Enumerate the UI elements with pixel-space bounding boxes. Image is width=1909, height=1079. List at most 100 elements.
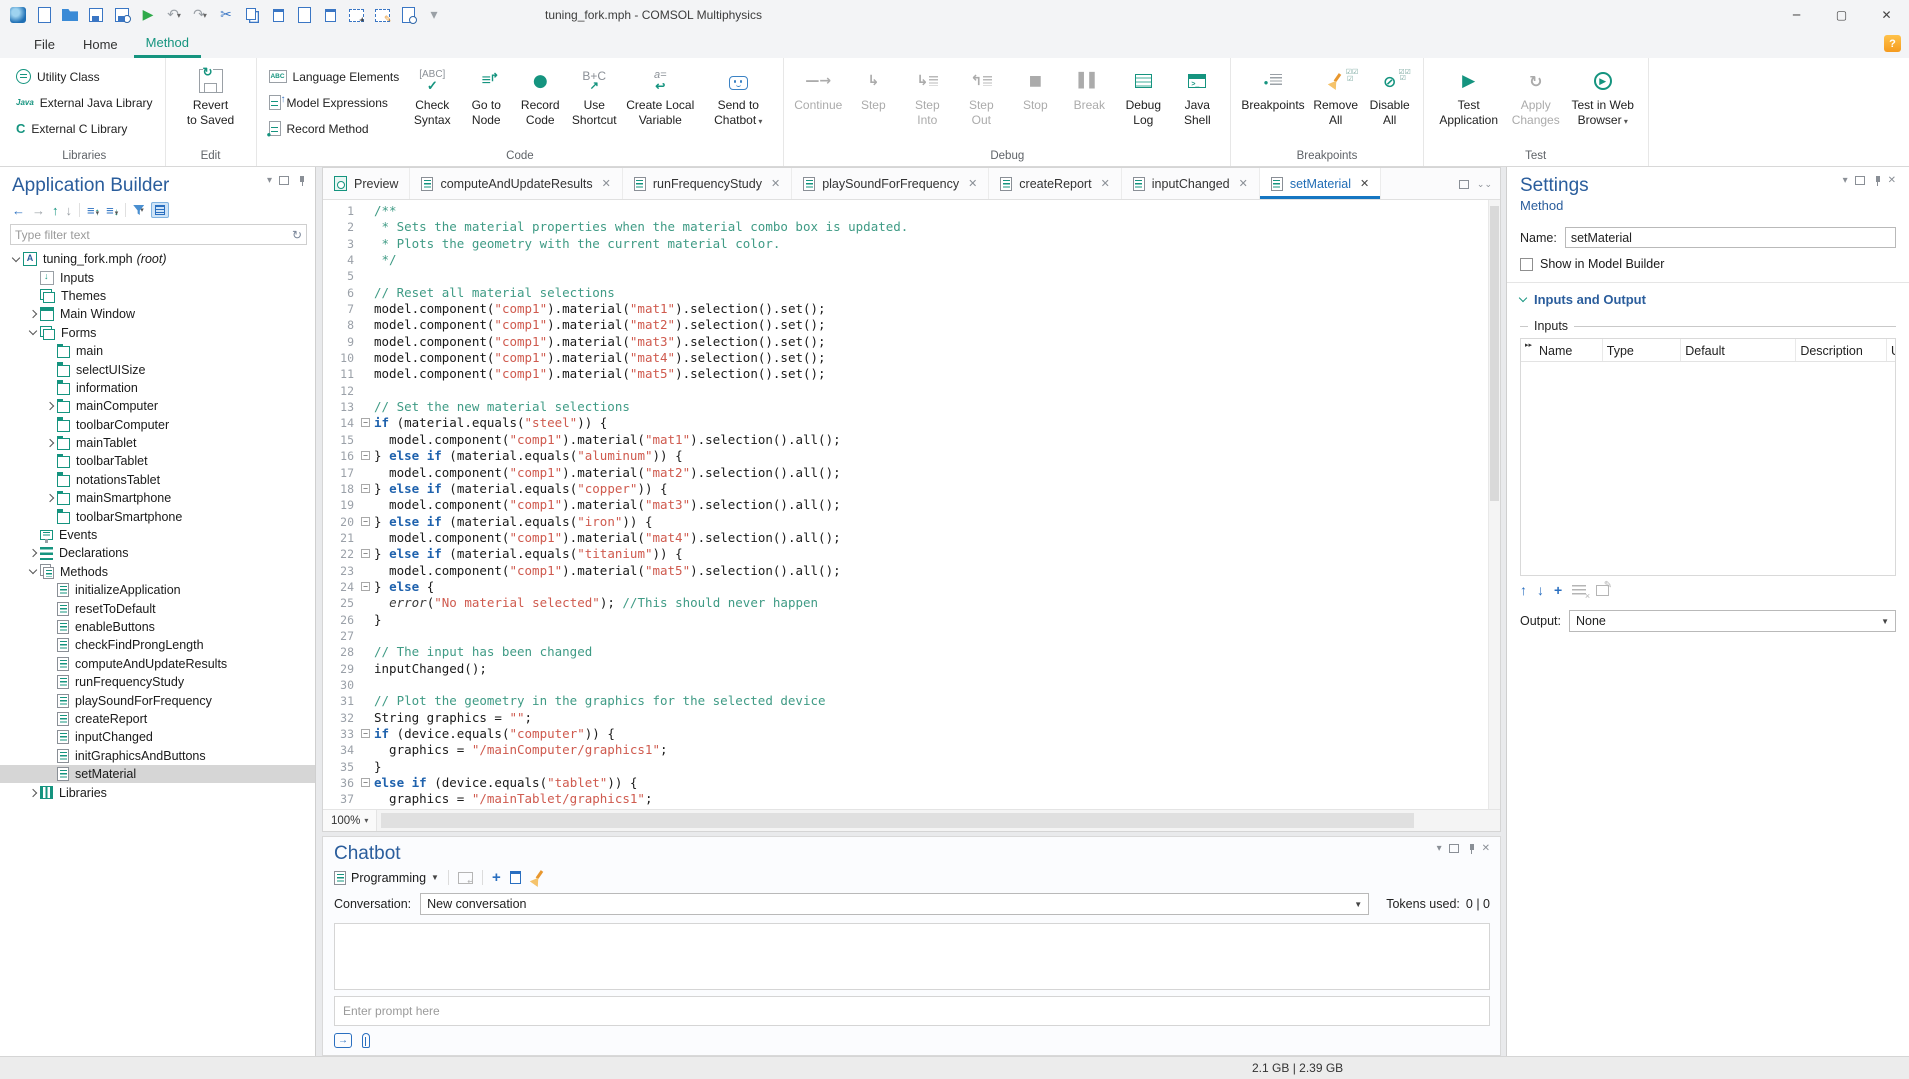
ribbon-button-remove-all[interactable]: ☑☑☑RemoveAll <box>1309 62 1363 128</box>
select-box-button[interactable] <box>344 3 368 27</box>
tree-item-initializeapplication[interactable]: initializeApplication <box>0 581 315 599</box>
edit-table-icon[interactable] <box>1596 585 1609 596</box>
move-left-button[interactable]: ← <box>12 203 25 218</box>
tree-item-information[interactable]: information <box>0 379 315 397</box>
float-panel-icon[interactable] <box>1855 176 1865 185</box>
ribbon-button-utility-class[interactable]: Utility Class <box>10 64 159 89</box>
panel-menu-icon[interactable]: ▾ <box>1437 843 1442 854</box>
tree-item-selectuisize[interactable]: selectUISize <box>0 360 315 378</box>
expander-icon[interactable] <box>25 570 40 573</box>
expander-icon[interactable] <box>42 495 57 501</box>
tree-item-libraries[interactable]: Libraries <box>0 783 315 801</box>
delete-input-icon[interactable] <box>1572 585 1586 596</box>
mode-select[interactable]: Programming ▼ <box>334 871 439 885</box>
tree-filter-input[interactable] <box>15 228 292 242</box>
redo-button[interactable]: ↷▾ <box>188 3 212 27</box>
save-as-button[interactable] <box>110 3 134 27</box>
tab-createreport[interactable]: createReport✕ <box>989 168 1121 199</box>
ribbon-button-external-java-library[interactable]: JavaExternal Java Library <box>10 90 159 115</box>
ribbon-button-model-expressions[interactable]: Model Expressions <box>263 90 406 115</box>
minimize-button[interactable]: ─ <box>1774 0 1819 30</box>
cut-button[interactable]: ✂ <box>214 3 238 27</box>
method-name-input[interactable] <box>1565 227 1896 248</box>
add-input-button[interactable]: + <box>1554 582 1562 598</box>
float-panel-icon[interactable] <box>1449 844 1459 853</box>
undo-button[interactable]: ↶▾ <box>162 3 186 27</box>
fold-marker[interactable]: − <box>359 579 374 595</box>
move-up-button[interactable]: ↑ <box>52 203 59 218</box>
close-icon[interactable]: ✕ <box>968 177 977 190</box>
tab-inputchanged[interactable]: inputChanged✕ <box>1122 168 1260 199</box>
run-button[interactable]: ▶ <box>136 3 160 27</box>
close-panel-icon[interactable]: ✕ <box>1482 843 1490 854</box>
fold-marker[interactable]: − <box>359 775 374 791</box>
delete-button[interactable] <box>318 3 342 27</box>
tree-item-checkfindpronglength[interactable]: checkFindProngLength <box>0 636 315 654</box>
move-down-button[interactable]: ↓ <box>66 203 73 218</box>
ribbon-button-test-application[interactable]: ▶TestApplication <box>1430 62 1508 128</box>
attach-file-icon[interactable] <box>362 1033 370 1048</box>
collapse-all-button[interactable]: ≡↓▾ <box>106 203 118 218</box>
prompt-input[interactable] <box>343 1004 1481 1018</box>
tree-item-events[interactable]: Events <box>0 526 315 544</box>
fold-marker[interactable]: − <box>359 726 374 742</box>
duplicate-button[interactable] <box>292 3 316 27</box>
move-up-button[interactable]: ↑ <box>1520 582 1527 598</box>
ribbon-button-use-shortcut[interactable]: B+C↗UseShortcut <box>567 62 621 128</box>
maximize-button[interactable]: ▢ <box>1819 0 1864 30</box>
ribbon-button-disable-all[interactable]: ⊘☑☑☑DisableAll <box>1363 62 1417 128</box>
close-icon[interactable]: ✕ <box>602 177 611 190</box>
tree-item-setmaterial[interactable]: setMaterial <box>0 765 315 783</box>
tree-item-initgraphicsandbuttons[interactable]: initGraphicsAndButtons <box>0 747 315 765</box>
tree-item-enablebuttons[interactable]: enableButtons <box>0 618 315 636</box>
tree-item-computeandupdateresults[interactable]: computeAndUpdateResults <box>0 655 315 673</box>
tree-item-maincomputer[interactable]: mainComputer <box>0 397 315 415</box>
tree-item-playsoundforfrequency[interactable]: playSoundForFrequency <box>0 691 315 709</box>
vertical-scrollbar[interactable] <box>1488 200 1500 809</box>
tree-item-mainsmartphone[interactable]: mainSmartphone <box>0 489 315 507</box>
close-icon[interactable]: ✕ <box>771 177 780 190</box>
filter-button[interactable]: ▾ <box>133 205 144 215</box>
tree-item-main-window[interactable]: Main Window <box>0 305 315 323</box>
tab-playsoundforfrequency[interactable]: playSoundForFrequency✕ <box>792 168 989 199</box>
ribbon-button-go-to-node[interactable]: ≡Go toNode <box>459 62 513 128</box>
tab-preview[interactable]: Preview <box>323 168 410 199</box>
ribbon-tab-file[interactable]: File <box>22 30 67 58</box>
ribbon-button-create-local-variable[interactable]: a=↩Create LocalVariable <box>621 62 699 128</box>
refresh-icon[interactable]: ↻ <box>292 228 302 242</box>
expander-icon[interactable] <box>25 790 40 796</box>
float-pane-icon[interactable] <box>1459 180 1469 189</box>
expander-icon[interactable] <box>25 331 40 334</box>
tree-item-maintablet[interactable]: mainTablet <box>0 434 315 452</box>
expander-icon[interactable] <box>25 550 40 556</box>
collapse-pane-icon[interactable]: ⌄⌄ <box>1477 179 1492 190</box>
expander-icon[interactable] <box>8 258 23 261</box>
inputs-and-output-section[interactable]: Inputs and Output <box>1520 292 1896 307</box>
horizontal-scrollbar[interactable] <box>377 810 1500 831</box>
new-file-button[interactable] <box>32 3 56 27</box>
expander-icon[interactable] <box>42 403 57 409</box>
copy-button[interactable] <box>240 3 264 27</box>
tab-setmaterial[interactable]: setMaterial✕ <box>1260 168 1381 199</box>
code-editor[interactable]: 1/**2 * Sets the material properties whe… <box>323 200 1500 809</box>
tree-item-resettodefault[interactable]: resetToDefault <box>0 599 315 617</box>
tree-item-toolbarsmartphone[interactable]: toolbarSmartphone <box>0 507 315 525</box>
move-right-button[interactable]: → <box>32 203 45 218</box>
fold-marker[interactable]: − <box>359 481 374 497</box>
tree-item-themes[interactable]: Themes <box>0 287 315 305</box>
fold-marker[interactable]: − <box>359 415 374 431</box>
tree-item-runfrequencystudy[interactable]: runFrequencyStudy <box>0 673 315 691</box>
ribbon-tab-home[interactable]: Home <box>71 30 130 58</box>
ribbon-button-breakpoints[interactable]: Breakpoints <box>1237 62 1308 113</box>
save-button[interactable] <box>84 3 108 27</box>
tree-item-toolbartablet[interactable]: toolbarTablet <box>0 452 315 470</box>
ribbon-tab-method[interactable]: Method <box>134 30 201 58</box>
expand-all-button[interactable]: ≡↑▾ <box>87 203 99 218</box>
tree-item-notationstablet[interactable]: notationsTablet <box>0 471 315 489</box>
ribbon-button-record-method[interactable]: Record Method <box>263 116 406 141</box>
chat-message-area[interactable] <box>334 923 1490 990</box>
ribbon-button-language-elements[interactable]: ABCLanguage Elements <box>263 64 406 89</box>
panel-menu-icon[interactable]: ▾ <box>1843 175 1848 186</box>
new-conversation-button[interactable]: + <box>492 869 501 886</box>
draw-box-button[interactable] <box>370 3 394 27</box>
